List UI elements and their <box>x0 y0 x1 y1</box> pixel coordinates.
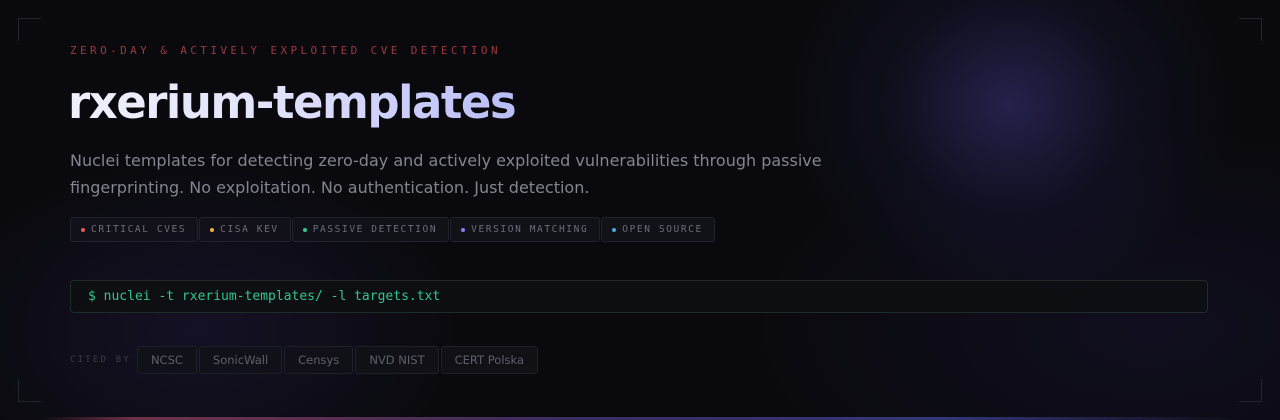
feature-tags: CRITICAL CVES CISA KEV PASSIVE DETECTION… <box>70 217 715 242</box>
cite-sonicwall[interactable]: SonicWall <box>198 346 283 374</box>
corner-bracket-top-left <box>18 18 41 41</box>
tag-version-matching: VERSION MATCHING <box>450 217 601 242</box>
page-subtitle: Nuclei templates for detecting zero-day … <box>70 151 822 197</box>
tag-dot-icon <box>612 227 617 232</box>
eyebrow-text: ZERO-DAY & ACTIVELY EXPLOITED CVE DETECT… <box>70 44 501 57</box>
cite-cert-polska[interactable]: CERT Polska <box>440 346 539 374</box>
tag-dot-icon <box>81 227 85 232</box>
cited-by-label: CITED BY <box>70 355 131 365</box>
hero-section: ZERO-DAY & ACTIVELY EXPLOITED CVE DETECT… <box>0 0 1280 420</box>
tag-dot-icon <box>210 227 215 232</box>
tag-cisa-kev: CISA KEV <box>199 217 291 242</box>
tag-dot-icon <box>461 227 466 232</box>
tag-label: CISA KEV <box>220 224 279 235</box>
command-prompt: $ <box>88 289 96 304</box>
corner-bracket-bottom-left <box>18 379 41 402</box>
install-command-box[interactable]: $ nuclei -t rxerium-templates/ -l target… <box>70 280 1208 313</box>
tag-label: OPEN SOURCE <box>622 224 703 235</box>
cite-nvd-nist[interactable]: NVD NIST <box>355 346 439 374</box>
corner-bracket-bottom-right <box>1239 379 1262 402</box>
tag-passive-detection: PASSIVE DETECTION <box>291 217 450 242</box>
cited-by-row: CITED BY NCSC SonicWall Censys NVD NIST … <box>70 346 539 374</box>
tag-label: CRITICAL CVES <box>91 224 187 235</box>
cited-by-list: NCSC SonicWall Censys NVD NIST CERT Pols… <box>136 346 539 374</box>
cite-censys[interactable]: Censys <box>284 346 354 374</box>
tag-label: PASSIVE DETECTION <box>312 224 438 235</box>
cite-ncsc[interactable]: NCSC <box>136 346 197 374</box>
page-title: rxerium-templates <box>68 72 517 134</box>
corner-bracket-top-right <box>1239 18 1262 41</box>
tag-dot-icon <box>302 227 307 232</box>
tag-critical-cves: CRITICAL CVES <box>70 217 199 242</box>
command-text[interactable]: nuclei -t rxerium-templates/ -l targets.… <box>104 289 441 304</box>
tag-open-source: OPEN SOURCE <box>601 217 715 242</box>
tag-label: VERSION MATCHING <box>471 224 589 235</box>
